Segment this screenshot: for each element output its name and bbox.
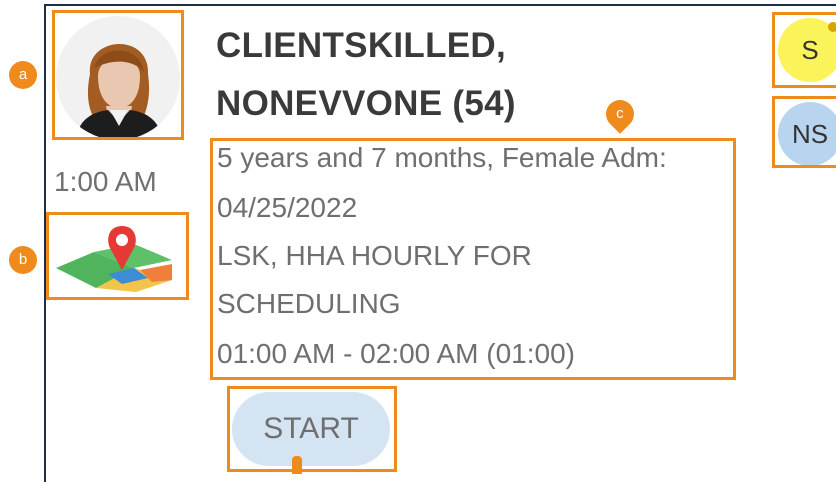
highlight-details — [210, 138, 736, 380]
highlight-start-connector — [292, 456, 302, 474]
client-name-line2: NONEVVONE (54) — [216, 84, 516, 123]
highlight-status-ns — [772, 96, 836, 168]
highlight-status-s — [772, 12, 836, 88]
highlight-map — [46, 212, 189, 300]
visit-time: 1:00 AM — [54, 166, 157, 197]
callout-b: b — [9, 246, 37, 274]
highlight-avatar — [52, 10, 184, 140]
client-name-line1: CLIENTSKILLED, — [216, 26, 507, 65]
callout-a: a — [9, 61, 37, 89]
highlight-start — [227, 386, 397, 472]
